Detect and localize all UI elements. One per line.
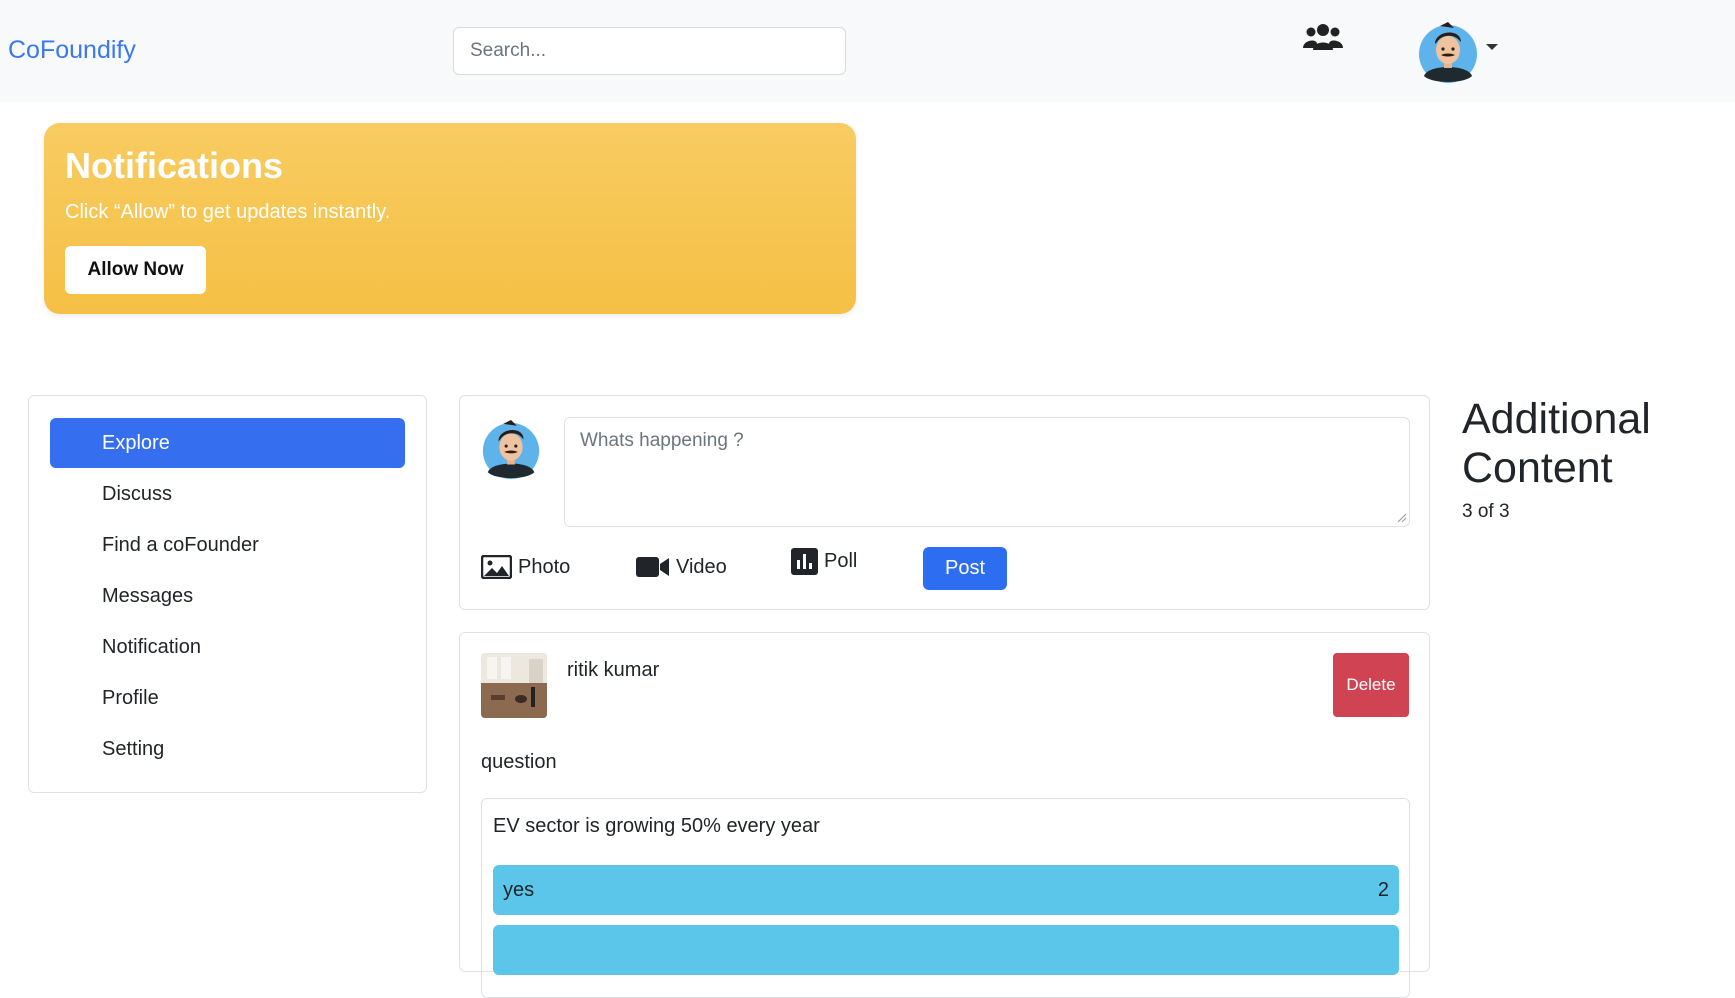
post-type-label: question xyxy=(481,751,557,773)
poll-chart-icon xyxy=(791,547,818,575)
video-label: Video xyxy=(676,555,727,578)
notification-text: Click “Allow” to get updates instantly. xyxy=(65,201,391,223)
image-icon xyxy=(481,555,512,579)
delete-button[interactable]: Delete xyxy=(1333,653,1409,717)
notification-banner: Notifications Click “Allow” to get updat… xyxy=(44,123,856,314)
poll-option-count: 2 xyxy=(1377,879,1389,901)
poll-question: EV sector is growing 50% every year xyxy=(493,815,820,837)
brand-logo[interactable]: CoFoundify xyxy=(8,36,136,65)
additional-content-title: Additional Content xyxy=(1462,395,1651,492)
poll-box: EV sector is growing 50% every year yes … xyxy=(481,798,1410,998)
sidebar-item-discuss[interactable]: Discuss xyxy=(50,469,405,519)
video-button[interactable]: Video xyxy=(636,551,727,583)
sidebar-item-explore[interactable]: Explore xyxy=(50,418,405,468)
sidebar-item-setting[interactable]: Setting xyxy=(50,724,405,774)
poll-option[interactable] xyxy=(493,925,1399,975)
top-navbar: CoFoundify xyxy=(0,0,1735,102)
sidebar-item-notification[interactable]: Notification xyxy=(50,622,405,672)
caret-down-icon[interactable] xyxy=(1486,44,1498,50)
room-photo-icon xyxy=(481,653,547,718)
photo-label: Photo xyxy=(518,555,571,578)
post-author-name[interactable]: ritik kumar xyxy=(567,659,659,682)
sidebar-nav: Explore Discuss Find a coFounder Message… xyxy=(28,395,427,793)
additional-content-count: 3 of 3 xyxy=(1462,501,1510,522)
user-avatar-icon[interactable] xyxy=(1418,20,1478,84)
allow-now-button[interactable]: Allow Now xyxy=(65,246,206,294)
poll-label: Poll xyxy=(824,549,858,572)
additional-content-panel: Additional Content 3 of 3 xyxy=(1462,395,1722,523)
poll-button[interactable]: Poll xyxy=(791,545,857,577)
resize-handle-icon[interactable] xyxy=(1397,513,1407,523)
post-button[interactable]: Post xyxy=(923,547,1007,590)
people-group-icon[interactable] xyxy=(1303,22,1343,52)
sidebar-item-messages[interactable]: Messages xyxy=(50,571,405,621)
post-composer: Photo Video Poll Post xyxy=(459,395,1430,610)
video-camera-icon xyxy=(636,557,669,577)
notification-title: Notifications xyxy=(65,145,284,186)
poll-option-label: yes xyxy=(503,879,535,901)
author-photo xyxy=(481,653,547,718)
poll-option[interactable]: yes 2 xyxy=(493,865,1399,915)
photo-button[interactable]: Photo xyxy=(481,551,570,583)
post-card: ritik kumar Delete question EV sector is… xyxy=(459,632,1430,998)
search-input[interactable] xyxy=(453,27,846,75)
post-text-input[interactable] xyxy=(564,417,1410,527)
sidebar-item-profile[interactable]: Profile xyxy=(50,673,405,723)
user-avatar-icon xyxy=(482,419,540,480)
sidebar-item-find-cofounder[interactable]: Find a coFounder xyxy=(50,520,405,570)
